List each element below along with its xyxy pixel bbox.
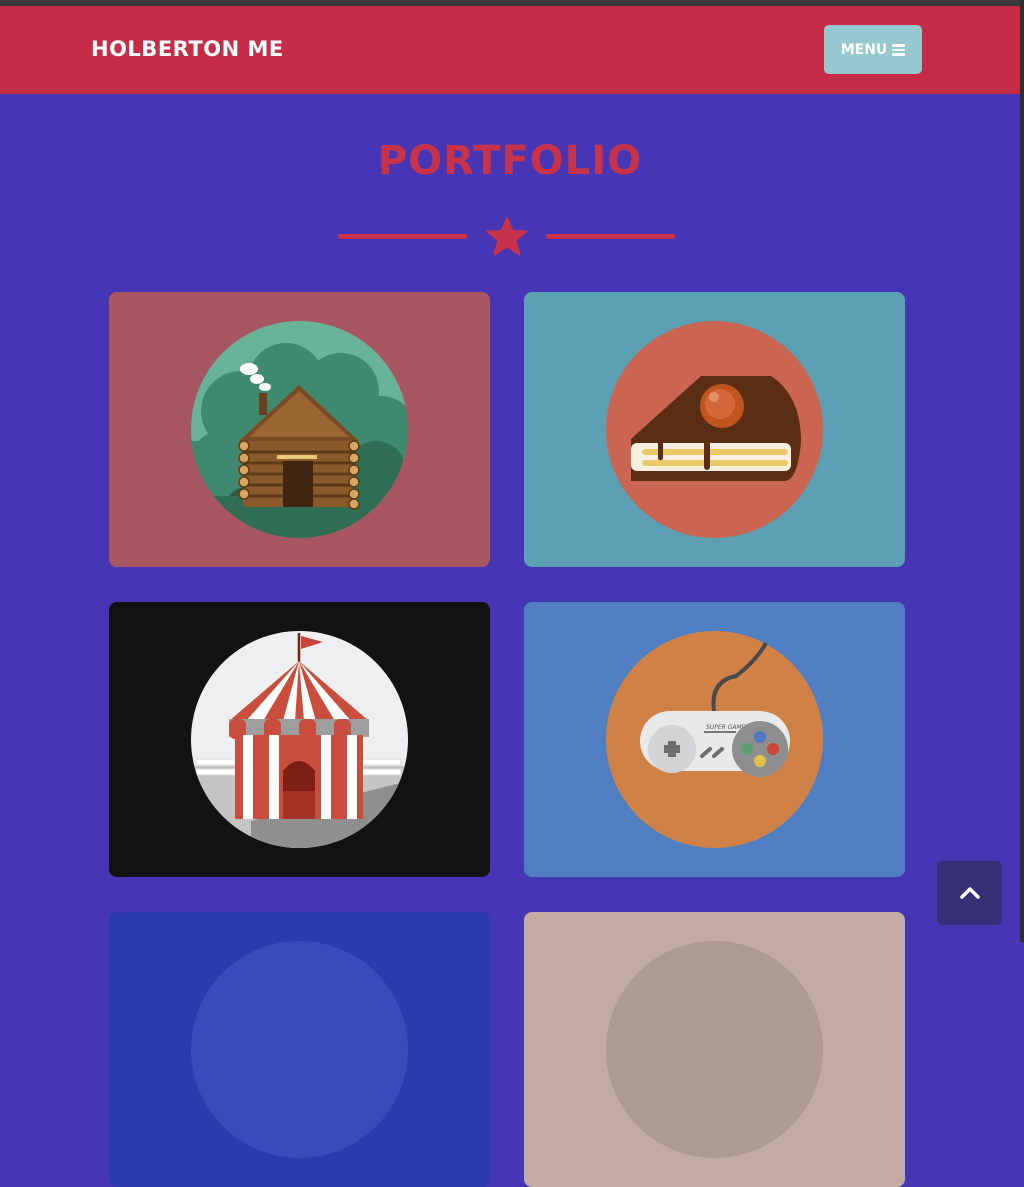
game-controller-icon: SUPER GAME [606,631,823,848]
portfolio-item-controller[interactable]: SUPER GAME [524,602,905,877]
portfolio-item-6-icon [606,941,823,1158]
portfolio-title: PORTFOLIO [377,138,643,184]
log-cabin-icon [191,321,408,538]
bars-icon [892,44,906,56]
star-icon [486,217,528,256]
brand-link[interactable]: HOLBERTON ME [91,37,284,61]
divider-line-left [338,234,467,239]
portfolio-item-6[interactable] [524,912,905,1187]
portfolio-item-cabin[interactable] [109,292,490,567]
navbar: HOLBERTON ME MENU [0,6,1020,94]
portfolio-item-5-icon [191,941,408,1158]
portfolio-item-cake[interactable] [524,292,905,567]
divider-line-right [546,234,675,239]
portfolio-item-circus[interactable] [109,602,490,877]
back-to-top-button[interactable] [937,861,1002,925]
portfolio-item-5[interactable] [109,912,490,1187]
circus-tent-icon [191,631,408,848]
chevron-up-icon [959,887,980,899]
menu-label: MENU [840,41,888,58]
cake-slice-icon [606,321,823,538]
browser-frame-right [1020,0,1024,942]
menu-button[interactable]: MENU [824,25,922,74]
